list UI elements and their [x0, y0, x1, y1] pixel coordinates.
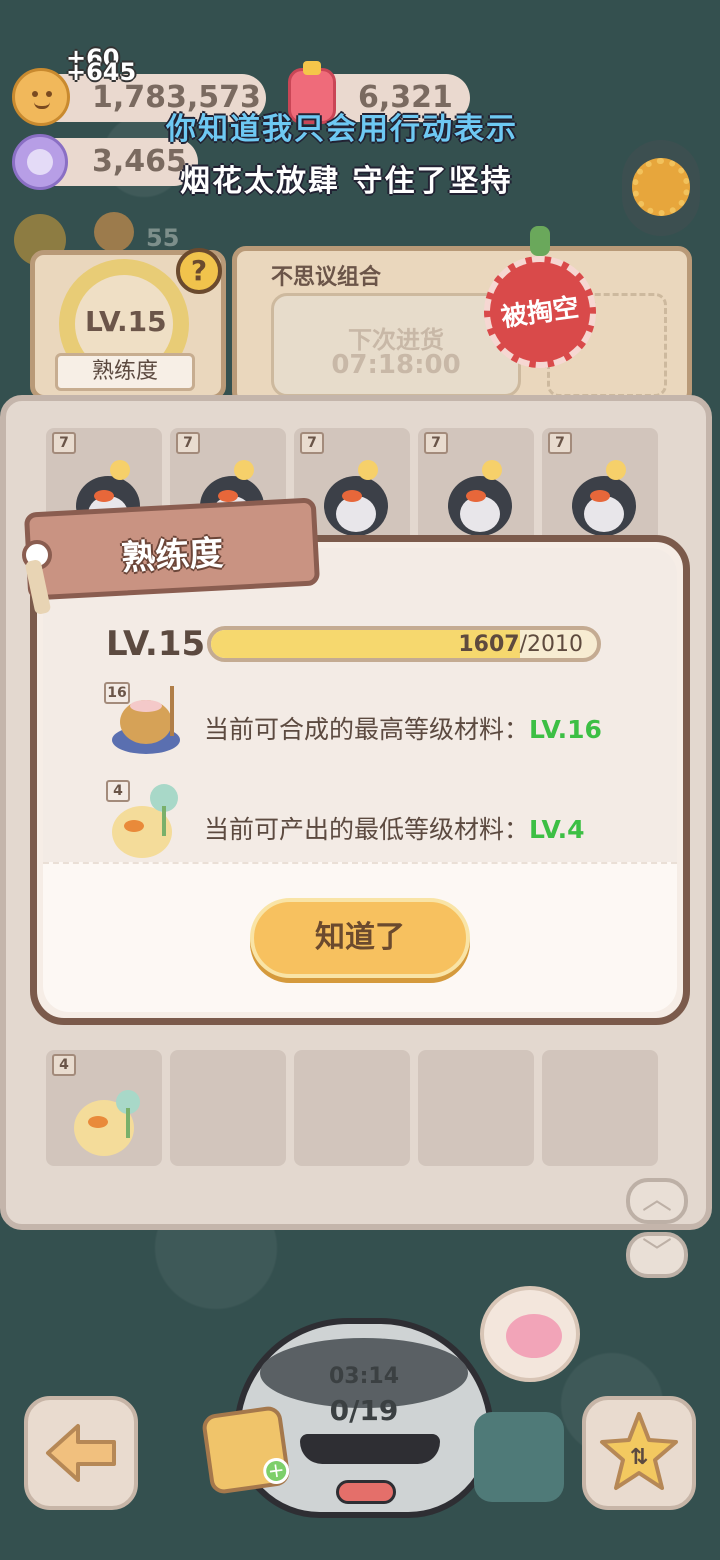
candy-icon [12, 134, 68, 190]
board-cell[interactable]: 7 [542, 428, 658, 544]
min-produce-value: LV.4 [529, 815, 585, 844]
helper-avatar [94, 212, 134, 252]
sold-out-text: 被掏空 [499, 292, 581, 334]
sort-button[interactable]: ⇅ [582, 1396, 696, 1510]
progress-separator: / [519, 632, 527, 657]
item-level-badge: 7 [300, 432, 324, 454]
shop-panel: 不思议组合 下次进货 07:18:00 [232, 246, 692, 406]
svg-text:⇅: ⇅ [630, 1445, 648, 1470]
gear-icon [632, 158, 690, 216]
colon: ： [504, 815, 530, 844]
proficiency-level: LV.15 [85, 305, 167, 338]
coin-gain: +645 [66, 58, 137, 86]
progress-text: 1607/2010 [458, 632, 583, 657]
help-button[interactable]: ? [176, 248, 222, 294]
lyric-line-2: 烟花太放肆 守住了坚持 [180, 164, 513, 199]
max-merge-label: 当前可合成的最高等级材料 [204, 715, 505, 744]
item-level-badge: 7 [176, 432, 200, 454]
camera-icon [474, 1412, 564, 1502]
board-cell[interactable] [542, 1050, 658, 1166]
settings-button[interactable] [622, 140, 700, 236]
max-merge-value: LV.16 [529, 715, 602, 744]
cookie-coin-icon [12, 68, 70, 126]
item-level-badge: 7 [52, 432, 76, 454]
scroll-up-button[interactable]: ︿ [626, 1178, 688, 1224]
lyric-line-1: 你知道我只会用行动表示 [166, 112, 518, 147]
recipe-tag-button[interactable]: + [200, 1404, 292, 1496]
min-produce-label: 当前可产出的最低等级材料 [204, 815, 505, 844]
item-level-badge: 7 [548, 432, 572, 454]
jellyfish-shop-button[interactable] [480, 1286, 580, 1382]
candy-amount: 3,465 [92, 144, 187, 179]
shop-title: 不思议组合 [271, 265, 382, 290]
proficiency-progress-bar: 1607/2010 [207, 626, 601, 662]
star-sort-icon: ⇅ [600, 1412, 678, 1490]
max-merge-level-row: 当前可合成的最高等级材料：LV.16 [204, 710, 602, 746]
chevron-up-icon: ︿ [642, 1182, 672, 1217]
dialog-level: LV.15 [106, 624, 206, 664]
arrow-left-icon [46, 1424, 116, 1482]
progress-max: 2010 [527, 632, 583, 657]
penguin-icon [572, 460, 636, 536]
item-level-badge: 4 [52, 1054, 76, 1076]
colon: ： [504, 715, 530, 744]
jellyfish-icon [506, 1314, 562, 1358]
burger-icon [530, 226, 550, 256]
proficiency-label: 熟练度 [55, 353, 195, 391]
board-cell[interactable] [418, 1050, 534, 1166]
board-cell[interactable] [294, 1050, 410, 1166]
min-produce-level-row: 当前可产出的最低等级材料：LV.4 [204, 810, 585, 846]
helper-count: 55 [146, 224, 180, 252]
chevron-down-icon: ﹀ [642, 1236, 672, 1271]
item-level-badge: 7 [424, 432, 448, 454]
pot-mustache [300, 1434, 440, 1464]
back-button[interactable] [24, 1396, 138, 1510]
pot-mouth [336, 1480, 396, 1504]
penguin-icon [324, 460, 388, 536]
pot-timer: 03:14 [328, 1364, 400, 1389]
dialog-title-tag: 熟练度 [23, 497, 321, 601]
item-level-badge: 4 [106, 780, 130, 802]
board-cell[interactable]: 7 [418, 428, 534, 544]
board-cell[interactable] [170, 1050, 286, 1166]
got-it-button[interactable]: 知道了 [250, 898, 470, 978]
penguin-icon [448, 460, 512, 536]
duckling-icon [74, 1090, 140, 1156]
item-level-badge: 16 [104, 682, 130, 704]
dialog-title: 熟练度 [120, 533, 225, 579]
scroll-down-button[interactable]: ﹀ [626, 1232, 688, 1278]
progress-current: 1607 [458, 632, 520, 657]
restock-timer: 07:18:00 [331, 350, 461, 380]
board-cell[interactable]: 4 [46, 1050, 162, 1166]
